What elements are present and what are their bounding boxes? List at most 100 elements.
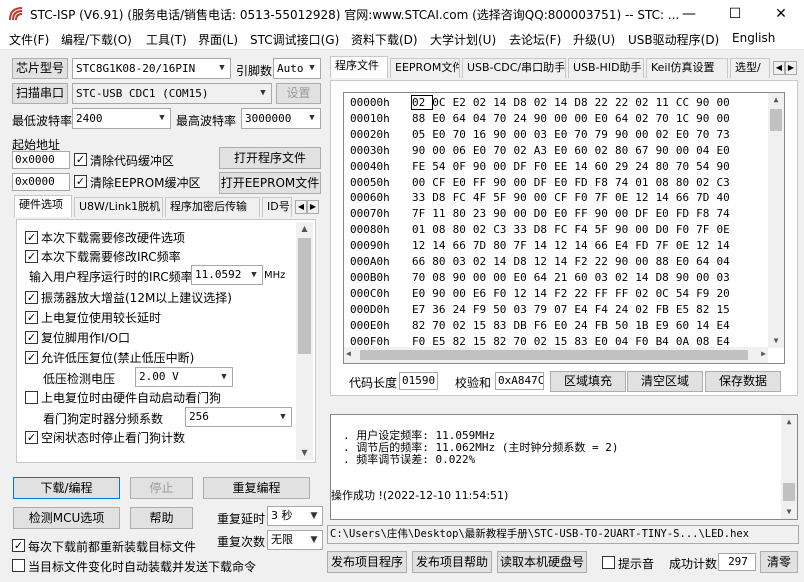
osc-gain-checkbox[interactable]: ✓ — [25, 291, 38, 304]
hex-byte[interactable]: 70 — [453, 128, 473, 141]
hex-byte[interactable]: 70 — [574, 128, 594, 141]
hex-hscroll-thumb[interactable] — [360, 350, 748, 360]
hex-byte[interactable]: 90 — [615, 223, 635, 236]
tab-left-arrow-icon[interactable]: ◀ — [773, 61, 785, 75]
chip-model-select[interactable]: STC8G1K08-20/16PIN ▼ — [72, 58, 231, 79]
hex-byte[interactable]: A3 — [534, 144, 554, 157]
hex-row[interactable]: 00030h 90 00 06 E0 70 02 A3 E0 60 02 80 67 90 00 04 E0 — [350, 144, 737, 159]
hex-byte[interactable]: 64 — [453, 112, 473, 125]
hex-row[interactable]: 00000h 02 0C E2 02 14 D8 02 14 D8 22 22 02 11 CC 90 00 — [350, 95, 737, 111]
hex-byte[interactable]: F0 — [574, 191, 594, 204]
hex-byte[interactable]: 00 — [676, 144, 696, 157]
hex-byte[interactable]: 60 — [676, 319, 696, 332]
hex-byte[interactable]: 54 — [696, 160, 716, 173]
scroll-up-icon[interactable]: ▲ — [296, 222, 313, 236]
hex-byte[interactable]: 7F — [696, 223, 716, 236]
hex-byte[interactable]: 12 — [696, 239, 716, 252]
menu-file[interactable]: 文件(F) — [9, 31, 49, 48]
hex-byte[interactable]: 00 — [513, 207, 533, 220]
hex-row[interactable]: 00010h 88 E0 64 04 70 24 90 00 00 E0 64 02 70 1C 90 00 — [350, 112, 737, 127]
hex-byte[interactable]: 33 — [513, 223, 533, 236]
hex-byte[interactable]: 03 — [453, 255, 473, 268]
repeat-count-select[interactable]: 无限 ▼ — [267, 530, 323, 550]
hex-byte[interactable]: 14 — [534, 287, 554, 300]
hex-byte[interactable]: 24 — [513, 112, 533, 125]
hex-byte[interactable]: 0F — [453, 160, 473, 173]
hex-byte[interactable]: FB — [656, 303, 676, 316]
hex-byte[interactable]: 79 — [595, 128, 615, 141]
hex-byte[interactable]: 60 — [595, 160, 615, 173]
hex-row[interactable]: 000C0h E0 90 00 E6 F0 12 14 F2 22 FF FF 02 0C 54 F9 20 — [350, 287, 737, 302]
hex-byte[interactable]: 90 — [656, 144, 676, 157]
hex-byte[interactable]: 03 — [513, 303, 533, 316]
hex-byte[interactable]: 02 — [635, 96, 655, 109]
hex-byte[interactable]: FD — [574, 176, 594, 189]
hex-byte[interactable]: 00 — [513, 176, 533, 189]
hex-byte[interactable]: 14 — [574, 239, 594, 252]
hex-byte[interactable]: 00 — [574, 112, 594, 125]
pin-count-select[interactable]: Auto ▼ — [273, 58, 321, 79]
hex-byte[interactable]: E0 — [554, 176, 574, 189]
hex-byte[interactable]: 90 — [696, 112, 716, 125]
hex-byte[interactable]: F8 — [696, 207, 716, 220]
hex-byte[interactable]: 36 — [432, 303, 452, 316]
maximize-button[interactable]: ☐ — [712, 0, 758, 28]
hex-byte[interactable]: 23 — [473, 207, 493, 220]
hex-byte[interactable]: 14 — [554, 96, 574, 109]
hex-byte[interactable]: F2 — [574, 255, 594, 268]
hex-byte[interactable]: 02 — [410, 95, 434, 110]
tab-eeprom-file[interactable]: EEPROM文件 — [390, 58, 460, 78]
reset-pin-io-checkbox[interactable]: ✓ — [25, 331, 38, 344]
tab-u8w-link1[interactable]: U8W/Link1脱机 — [74, 197, 163, 217]
hex-byte[interactable]: 90 — [615, 128, 635, 141]
hex-byte[interactable]: 02 — [473, 223, 493, 236]
hex-byte[interactable]: E0 — [595, 112, 615, 125]
hex-byte[interactable]: E0 — [432, 112, 452, 125]
hex-byte[interactable]: F0 — [412, 335, 432, 348]
hex-byte[interactable]: 04 — [696, 144, 716, 157]
menu-forum[interactable]: 去论坛(F) — [509, 31, 561, 48]
hex-byte[interactable]: 02 — [534, 96, 554, 109]
scan-port-button[interactable]: 扫描串口 — [12, 83, 68, 104]
publish-help-button[interactable]: 发布项目帮助 — [412, 551, 492, 573]
hex-byte[interactable]: 0E — [716, 223, 736, 236]
beep-checkbox[interactable] — [602, 556, 615, 569]
hex-byte[interactable]: 07 — [554, 303, 574, 316]
open-program-file-button[interactable]: 打开程序文件 — [219, 147, 321, 169]
low-voltage-select[interactable]: 2.00 V ▼ — [135, 367, 233, 387]
hex-byte[interactable]: FE — [412, 160, 432, 173]
hex-byte[interactable]: FC — [554, 223, 574, 236]
hex-byte[interactable]: F0 — [534, 160, 554, 173]
hex-byte[interactable]: 14 — [696, 319, 716, 332]
hex-byte[interactable]: 82 — [412, 319, 432, 332]
hex-byte[interactable]: 22 — [595, 255, 615, 268]
menu-interface[interactable]: 界面(L) — [198, 31, 238, 48]
hex-byte[interactable]: 03 — [716, 271, 736, 284]
hex-byte[interactable]: E0 — [453, 176, 473, 189]
hex-byte[interactable]: 66 — [412, 255, 432, 268]
hex-byte[interactable]: 64 — [534, 271, 554, 284]
hex-byte[interactable]: 80 — [493, 239, 513, 252]
hex-byte[interactable]: 00 — [554, 112, 574, 125]
hex-byte[interactable]: E2 — [453, 96, 473, 109]
hex-byte[interactable]: 14 — [574, 160, 594, 173]
hex-row[interactable]: 000A0h 66 80 03 02 14 D8 12 14 F2 22 90 00 88 E0 64 04 — [350, 255, 737, 270]
area-fill-button[interactable]: 区域填充 — [550, 371, 626, 392]
hex-byte[interactable]: 1C — [676, 112, 696, 125]
hex-byte[interactable]: 70 — [656, 112, 676, 125]
hex-byte[interactable]: 00 — [493, 271, 513, 284]
hex-byte[interactable]: 24 — [574, 319, 594, 332]
hex-byte[interactable]: 02 — [534, 335, 554, 348]
hex-byte[interactable]: 04 — [615, 335, 635, 348]
hex-byte[interactable]: 40 — [716, 191, 736, 204]
auto-send-checkbox[interactable] — [12, 559, 25, 572]
hex-byte[interactable]: F0 — [493, 287, 513, 300]
hex-byte[interactable]: E0 — [412, 287, 432, 300]
hex-byte[interactable]: 80 — [453, 207, 473, 220]
scroll-up-icon[interactable]: ▲ — [768, 93, 784, 107]
hex-byte[interactable]: 02 — [453, 319, 473, 332]
hex-byte[interactable]: 90 — [716, 160, 736, 173]
hex-byte[interactable]: 14 — [554, 255, 574, 268]
hex-byte[interactable]: 06 — [453, 144, 473, 157]
hex-byte[interactable]: 29 — [615, 160, 635, 173]
